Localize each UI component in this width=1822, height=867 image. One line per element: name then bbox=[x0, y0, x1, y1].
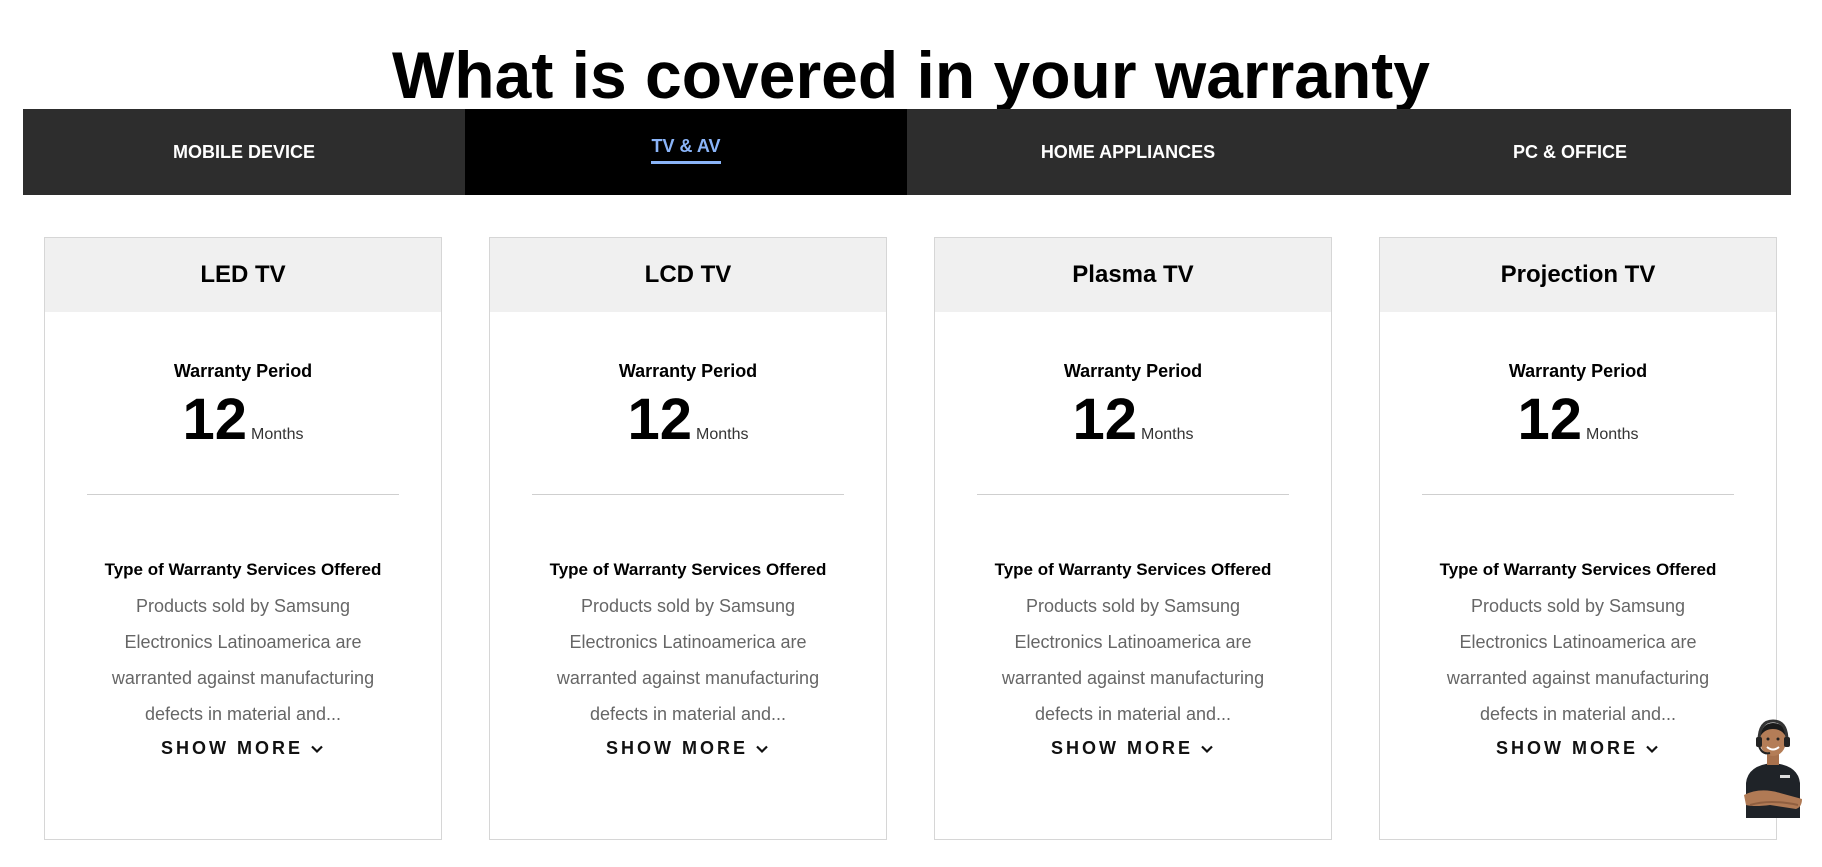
divider bbox=[532, 494, 844, 495]
tab-pc-office[interactable]: PC & OFFICE bbox=[1349, 109, 1791, 195]
warranty-period-label: Warranty Period bbox=[1063, 361, 1203, 381]
chevron-down-icon bbox=[311, 745, 323, 753]
tab-tv-av[interactable]: TV & AV bbox=[465, 109, 907, 195]
services-title: Type of Warranty Services Offered bbox=[994, 560, 1272, 579]
services-description: Products sold by Samsung Electronics Lat… bbox=[1001, 596, 1265, 724]
show-more-button[interactable]: SHOW MORE bbox=[490, 738, 886, 759]
services-description: Products sold by Samsung Electronics Lat… bbox=[556, 596, 820, 724]
services-title: Type of Warranty Services Offered bbox=[104, 560, 382, 579]
card-title: Plasma TV bbox=[935, 238, 1331, 312]
divider bbox=[1422, 494, 1734, 495]
warranty-period-value: 12 Months bbox=[490, 390, 886, 450]
card-title: Projection TV bbox=[1380, 238, 1776, 312]
show-more-label: SHOW MORE bbox=[1496, 738, 1638, 758]
services-description: Products sold by Samsung Electronics Lat… bbox=[111, 596, 375, 724]
chevron-down-icon bbox=[756, 745, 768, 753]
chevron-down-icon bbox=[1646, 745, 1658, 753]
page-title: What is covered in your warranty bbox=[392, 38, 1430, 113]
show-more-button[interactable]: SHOW MORE bbox=[45, 738, 441, 759]
divider bbox=[977, 494, 1289, 495]
warranty-period-number: 12 bbox=[627, 387, 693, 452]
services-title: Type of Warranty Services Offered bbox=[549, 560, 827, 579]
show-more-label: SHOW MORE bbox=[606, 738, 748, 758]
divider bbox=[87, 494, 399, 495]
card-title: LED TV bbox=[45, 238, 441, 312]
warranty-period-label: Warranty Period bbox=[618, 361, 758, 381]
warranty-period-value: 12 Months bbox=[1380, 390, 1776, 450]
warranty-period-number: 12 bbox=[1072, 387, 1138, 452]
warranty-card-plasma-tv: Plasma TV Warranty Period 12 Months Type… bbox=[934, 237, 1332, 840]
warranty-period-label: Warranty Period bbox=[1508, 361, 1648, 381]
warranty-period-number: 12 bbox=[1517, 387, 1583, 452]
tab-label: MOBILE DEVICE bbox=[172, 141, 315, 162]
tab-home-appliances[interactable]: HOME APPLIANCES bbox=[907, 109, 1349, 195]
warranty-card-led-tv: LED TV Warranty Period 12 Months Type of… bbox=[44, 237, 442, 840]
show-more-label: SHOW MORE bbox=[161, 738, 303, 758]
warranty-period-number: 12 bbox=[182, 387, 248, 452]
show-more-button[interactable]: SHOW MORE bbox=[935, 738, 1331, 759]
product-category-tabs: MOBILE DEVICE TV & AV HOME APPLIANCES PC… bbox=[23, 109, 1791, 195]
warranty-period-value: 12 Months bbox=[935, 390, 1331, 450]
warranty-period-unit: Months bbox=[1141, 426, 1194, 443]
warranty-period-unit: Months bbox=[696, 426, 749, 443]
warranty-period-value: 12 Months bbox=[45, 390, 441, 450]
services-title: Type of Warranty Services Offered bbox=[1439, 560, 1717, 579]
tab-label: TV & AV bbox=[651, 136, 721, 164]
services-description: Products sold by Samsung Electronics Lat… bbox=[1446, 596, 1710, 724]
chevron-down-icon bbox=[1201, 745, 1213, 753]
card-title: LCD TV bbox=[490, 238, 886, 312]
warranty-period-label: Warranty Period bbox=[173, 361, 313, 381]
chat-assistant-avatar-icon bbox=[1744, 719, 1802, 818]
tab-label: HOME APPLIANCES bbox=[1040, 141, 1216, 162]
warranty-card-lcd-tv: LCD TV Warranty Period 12 Months Type of… bbox=[489, 237, 887, 840]
show-more-label: SHOW MORE bbox=[1051, 738, 1193, 758]
show-more-button[interactable]: SHOW MORE bbox=[1380, 738, 1776, 759]
chat-assistant-button[interactable] bbox=[1740, 713, 1806, 818]
tab-mobile-device[interactable]: MOBILE DEVICE bbox=[23, 109, 465, 195]
tab-label: PC & OFFICE bbox=[1512, 141, 1627, 162]
warranty-period-unit: Months bbox=[1586, 426, 1639, 443]
warranty-period-unit: Months bbox=[251, 426, 304, 443]
warranty-cards: LED TV Warranty Period 12 Months Type of… bbox=[44, 237, 1780, 840]
warranty-card-projection-tv: Projection TV Warranty Period 12 Months … bbox=[1379, 237, 1777, 840]
